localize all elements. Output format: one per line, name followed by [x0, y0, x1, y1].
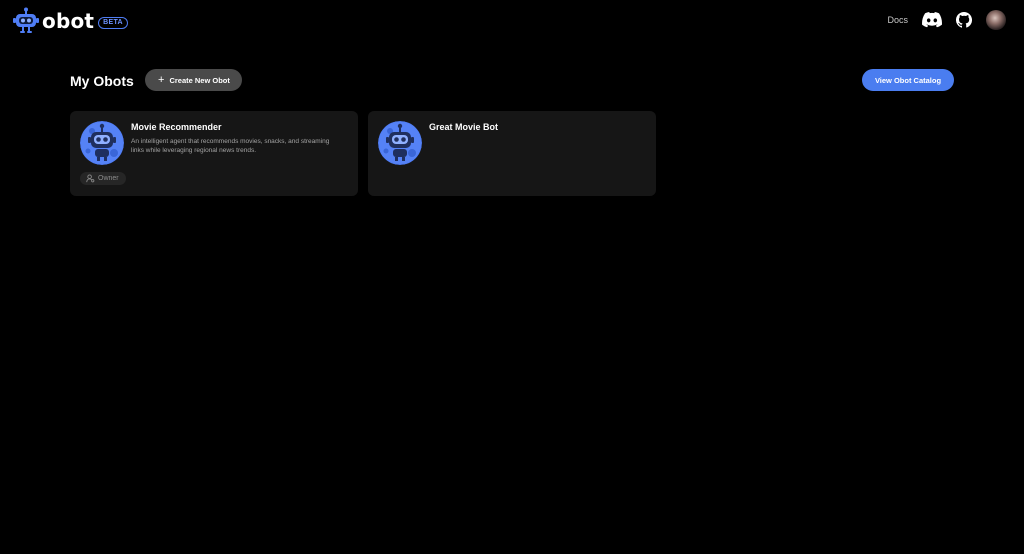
user-avatar[interactable]	[986, 10, 1006, 30]
create-new-obot-button[interactable]: + Create New Obot	[145, 69, 242, 91]
obot-card-title: Great Movie Bot	[429, 122, 499, 132]
user-key-icon	[86, 174, 95, 183]
top-nav: obot BETA Docs	[0, 0, 1024, 44]
robot-logo-icon	[11, 6, 41, 36]
page-title: My Obots	[70, 73, 134, 89]
docs-link[interactable]: Docs	[887, 15, 908, 25]
page: obot BETA Docs My Obots + Create New Obo…	[0, 0, 1024, 554]
owner-badge-label: Owner	[98, 175, 119, 182]
my-obots-header: My Obots + Create New Obot View Obot Cat…	[70, 69, 954, 93]
bot-avatar-icon	[378, 121, 422, 165]
discord-icon[interactable]	[922, 10, 942, 30]
obot-card-movie-recommender[interactable]: Movie Recommender An intelligent agent t…	[70, 111, 358, 196]
plus-icon: +	[158, 73, 165, 86]
create-new-obot-label: Create New Obot	[169, 75, 230, 85]
logo-link[interactable]: obot BETA	[11, 6, 128, 36]
obot-card-description: An intelligent agent that recommends mov…	[131, 138, 330, 154]
beta-badge: BETA	[98, 16, 128, 29]
owner-badge: Owner	[80, 172, 126, 185]
logo-text: obot	[42, 9, 95, 33]
nav-right: Docs	[887, 10, 1006, 30]
github-icon[interactable]	[954, 10, 974, 30]
bot-avatar-icon	[80, 121, 124, 165]
obot-card-title: Movie Recommender	[131, 122, 222, 132]
view-obot-catalog-button[interactable]: View Obot Catalog	[862, 69, 954, 91]
obot-card-great-movie-bot[interactable]: Great Movie Bot	[368, 111, 656, 196]
